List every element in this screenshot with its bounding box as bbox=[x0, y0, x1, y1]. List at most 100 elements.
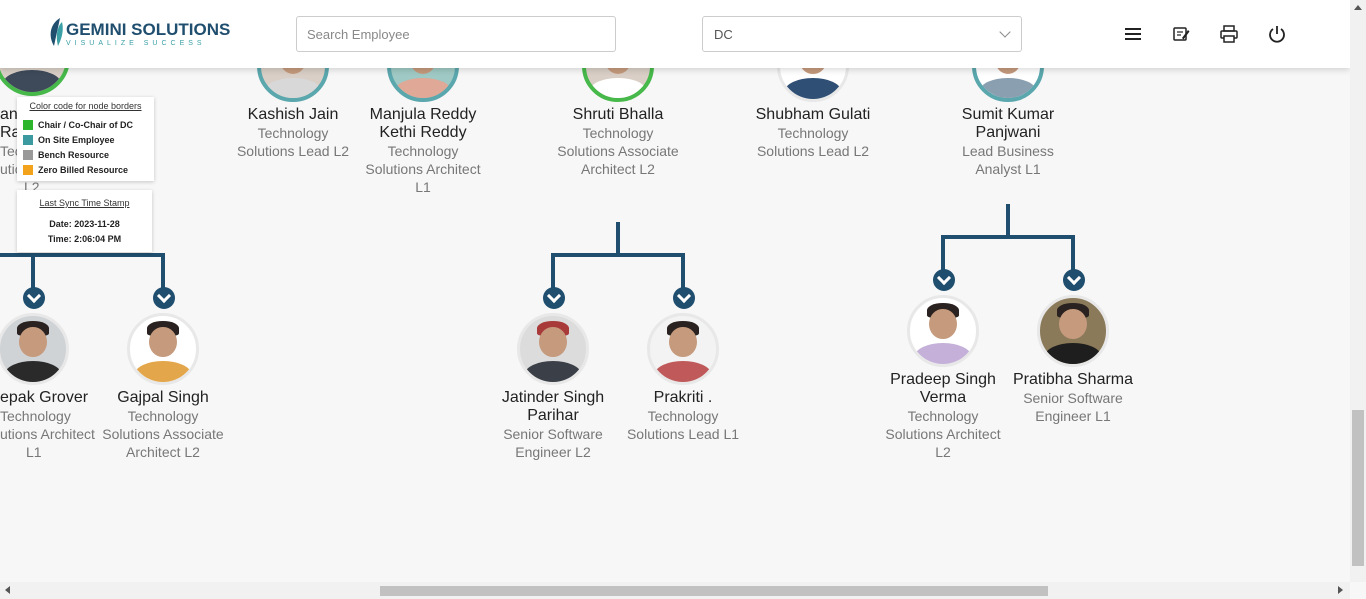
employee-node[interactable]: Sumit Kumar Panjwani Lead Business Analy… bbox=[943, 106, 1073, 178]
legend-title: Color code for node borders bbox=[29, 101, 142, 111]
employee-title: Technology Solutions Lead L2 bbox=[236, 125, 350, 159]
employee-node[interactable]: Pradeep Singh Verma Technology Solutions… bbox=[878, 371, 1008, 461]
legend-label: Bench Resource bbox=[38, 149, 110, 160]
employee-node[interactable]: Shruti Bhalla Technology Solutions Assoc… bbox=[553, 106, 683, 178]
logo-tagline: VISUALIZE SUCCESS bbox=[66, 40, 206, 47]
avatar[interactable] bbox=[517, 313, 589, 385]
connector-line bbox=[1071, 235, 1075, 271]
edit-note-icon[interactable] bbox=[1171, 24, 1191, 44]
legend-item: Chair / Co-Chair of DC bbox=[23, 117, 148, 132]
employee-name: Sumit Kumar Panjwani bbox=[961, 106, 1055, 141]
expand-chevron-icon[interactable] bbox=[933, 269, 955, 291]
sync-time: Time: 2:06:04 PM bbox=[47, 234, 122, 244]
avatar[interactable] bbox=[907, 295, 979, 367]
employee-title: Technology bbox=[0, 408, 71, 424]
employee-name: Gajpal Singh bbox=[117, 389, 209, 406]
connector-line bbox=[941, 235, 945, 271]
avatar[interactable] bbox=[647, 313, 719, 385]
scroll-up-arrow-icon[interactable] bbox=[1354, 5, 1362, 10]
expand-chevron-icon[interactable] bbox=[543, 287, 565, 309]
connector-line bbox=[0, 253, 165, 257]
legend-item: Bench Resource bbox=[23, 147, 148, 162]
employee-title: Technology Solutions Architect L1 bbox=[365, 143, 481, 195]
gemini-logo[interactable]: GEMINI SOLUTIONS VISUALIZE SUCCESS bbox=[46, 16, 230, 52]
vertical-scrollbar[interactable] bbox=[1350, 0, 1366, 582]
vertical-scroll-thumb[interactable] bbox=[1352, 410, 1364, 566]
avatar[interactable] bbox=[1037, 295, 1109, 367]
print-icon[interactable] bbox=[1219, 24, 1239, 44]
power-icon[interactable] bbox=[1267, 24, 1287, 44]
legend-swatch bbox=[23, 134, 33, 145]
expand-chevron-icon[interactable] bbox=[673, 287, 695, 309]
employee-node[interactable]: Prakriti . Technology Solutions Lead L1 bbox=[618, 389, 748, 443]
employee-node[interactable]: Pratibha Sharma Senior Software Engineer… bbox=[1008, 371, 1138, 425]
connector-line bbox=[551, 253, 685, 257]
dc-select[interactable]: DC bbox=[702, 16, 1022, 52]
partial-title: Tec bbox=[0, 143, 18, 159]
horizontal-scroll-thumb[interactable] bbox=[380, 586, 1048, 596]
sync-timestamp-box: Last Sync Time Stamp Date: 2023-11-28 Ti… bbox=[17, 190, 152, 252]
connector-line bbox=[681, 253, 685, 289]
employee-title: utions Architect bbox=[0, 426, 95, 442]
app-header: GEMINI SOLUTIONS VISUALIZE SUCCESS DC bbox=[0, 0, 1350, 68]
scroll-right-arrow-icon[interactable] bbox=[1338, 586, 1343, 594]
partial-name: an bbox=[0, 106, 18, 123]
connector-line bbox=[616, 222, 620, 256]
sync-date: Date: 2023-11-28 bbox=[49, 219, 120, 229]
employee-node[interactable]: Shubham Gulati Technology Solutions Lead… bbox=[748, 106, 878, 160]
employee-node[interactable]: Gajpal Singh Technology Solutions Associ… bbox=[98, 389, 228, 461]
employee-title: L1 bbox=[26, 444, 42, 460]
employee-name: Shruti Bhalla bbox=[572, 106, 664, 123]
employee-name: epak Grover bbox=[0, 389, 89, 406]
org-chart-canvas[interactable]: an Rac Tec utic L2 Kashish Jain Technolo… bbox=[0, 0, 1350, 582]
employee-title: Senior Software Engineer L1 bbox=[1023, 390, 1123, 424]
legend-item: Zero Billed Resource bbox=[23, 162, 148, 177]
employee-node[interactable]: epak Grover Technology utions Architect … bbox=[0, 389, 100, 461]
avatar[interactable] bbox=[0, 313, 69, 385]
employee-name: Shubham Gulati bbox=[755, 106, 871, 123]
employee-title: Lead Business Analyst L1 bbox=[962, 143, 1054, 177]
employee-title: Technology Solutions Associate Architect… bbox=[102, 408, 224, 460]
chevron-down-icon bbox=[999, 26, 1011, 38]
dc-select-value: DC bbox=[714, 27, 733, 42]
partial-name: Rac bbox=[0, 124, 18, 141]
expand-chevron-icon[interactable] bbox=[1063, 269, 1085, 291]
expand-chevron-icon[interactable] bbox=[153, 287, 175, 309]
legend-swatch bbox=[23, 164, 33, 175]
employee-name: Manjula Reddy Kethi Reddy bbox=[369, 106, 477, 141]
connector-line bbox=[1006, 204, 1010, 238]
leaf-logo-icon bbox=[50, 18, 63, 46]
menu-icon[interactable] bbox=[1123, 24, 1143, 44]
employee-name: Pradeep Singh Verma bbox=[890, 371, 996, 406]
color-legend: Color code for node borders Chair / Co-C… bbox=[17, 97, 154, 181]
sync-title: Last Sync Time Stamp bbox=[39, 198, 130, 208]
search-employee-input[interactable] bbox=[296, 16, 616, 52]
employee-title: Technology Solutions Architect L2 bbox=[885, 408, 1001, 460]
connector-line bbox=[551, 253, 555, 289]
legend-label: Zero Billed Resource bbox=[38, 164, 129, 175]
connector-line bbox=[31, 253, 35, 289]
employee-title: Senior Software Engineer L2 bbox=[503, 426, 603, 460]
horizontal-scrollbar[interactable] bbox=[0, 582, 1350, 599]
legend-swatch bbox=[23, 149, 33, 160]
employee-node[interactable]: Jatinder Singh Parihar Senior Software E… bbox=[488, 389, 618, 461]
employee-title: Technology Solutions Lead L2 bbox=[756, 125, 870, 159]
partial-title: utic bbox=[0, 161, 18, 177]
legend-label: Chair / Co-Chair of DC bbox=[38, 119, 134, 130]
legend-item: On Site Employee bbox=[23, 132, 148, 147]
connector-line bbox=[161, 253, 165, 289]
employee-title: Technology Solutions Associate Architect… bbox=[557, 125, 679, 177]
employee-name: Prakriti . bbox=[653, 389, 713, 406]
employee-node[interactable]: Kashish Jain Technology Solutions Lead L… bbox=[228, 106, 358, 160]
employee-title: Technology Solutions Lead L1 bbox=[626, 408, 740, 442]
expand-chevron-icon[interactable] bbox=[23, 287, 45, 309]
employee-node[interactable]: Manjula Reddy Kethi Reddy Technology Sol… bbox=[358, 106, 488, 196]
scroll-left-arrow-icon[interactable] bbox=[5, 586, 10, 594]
employee-name: Jatinder Singh Parihar bbox=[501, 389, 605, 424]
legend-swatch bbox=[23, 119, 33, 130]
employee-name: Pratibha Sharma bbox=[1012, 371, 1134, 388]
employee-name: Kashish Jain bbox=[247, 106, 339, 123]
avatar[interactable] bbox=[127, 313, 199, 385]
logo-name: GEMINI SOLUTIONS bbox=[66, 20, 231, 39]
legend-label: On Site Employee bbox=[38, 134, 115, 145]
